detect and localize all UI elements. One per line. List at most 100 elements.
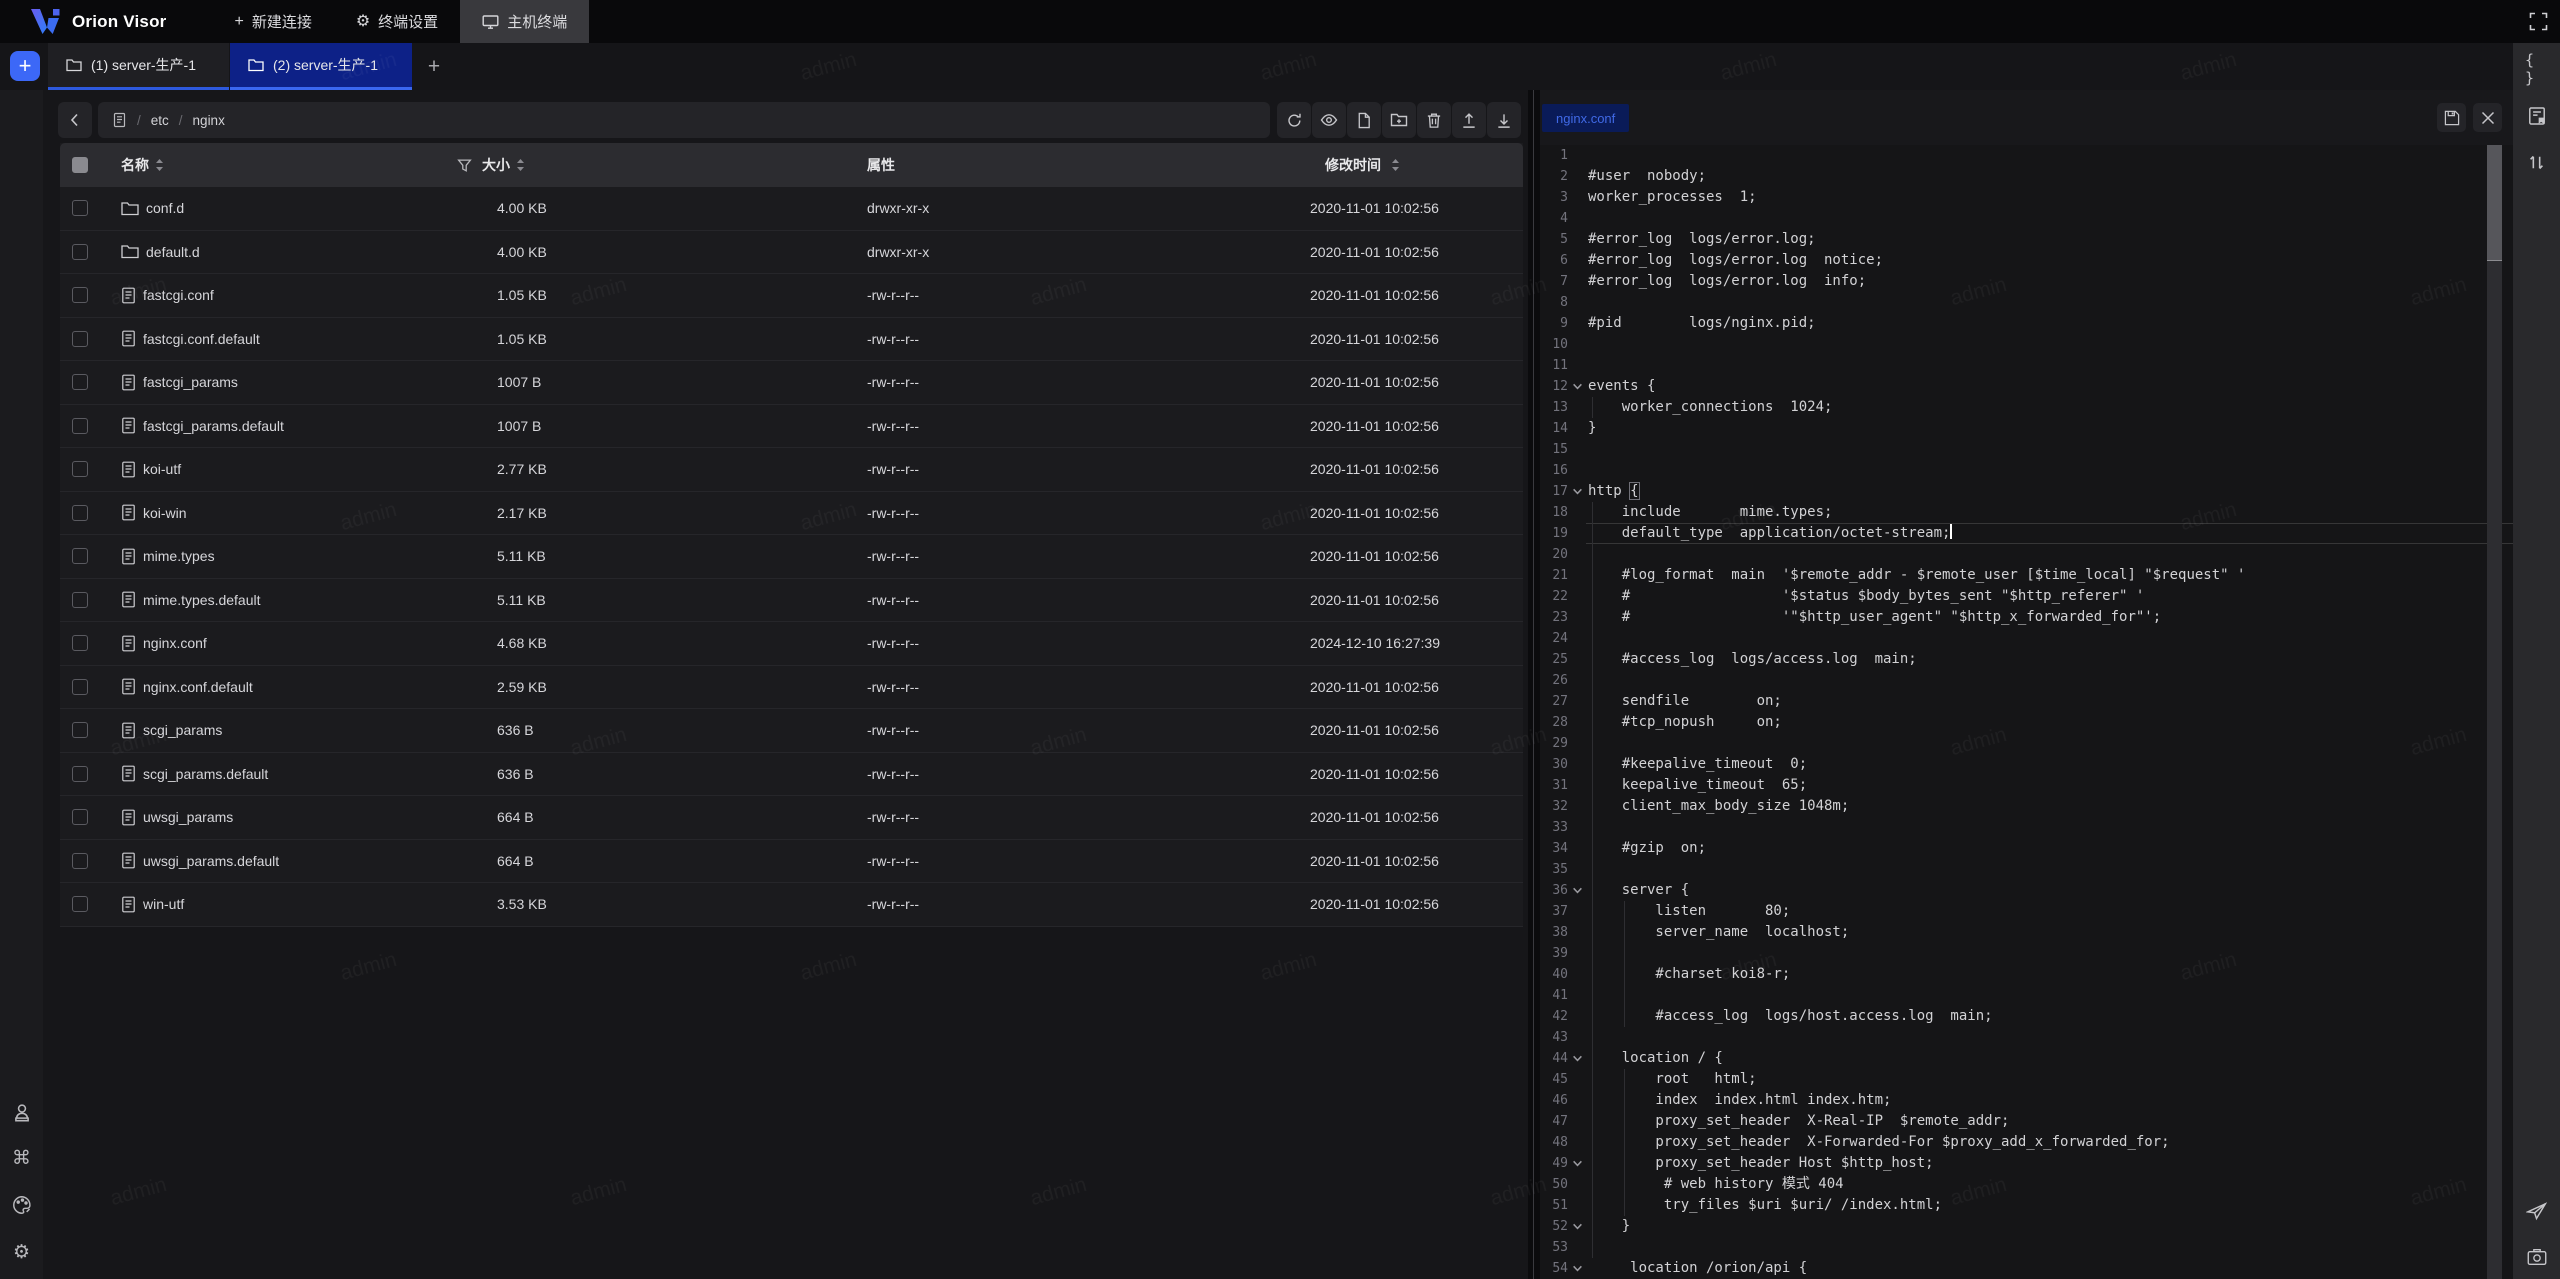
code-line-52[interactable]: 52 } xyxy=(1540,1216,2513,1237)
code-line-53[interactable]: 53 xyxy=(1540,1237,2513,1258)
row-checkbox[interactable] xyxy=(72,418,88,434)
fold-chevron-icon[interactable] xyxy=(1568,481,1586,502)
code-line-18[interactable]: 18 include mime.types; xyxy=(1540,502,2513,523)
code-line-10[interactable]: 10 xyxy=(1540,334,2513,355)
row-checkbox[interactable] xyxy=(72,896,88,912)
row-checkbox[interactable] xyxy=(72,287,88,303)
code-line-19[interactable]: 19 default_type application/octet-stream… xyxy=(1540,523,2513,544)
code-line-51[interactable]: 51 try_files $uri $uri/ /index.html; xyxy=(1540,1195,2513,1216)
fold-chevron-icon[interactable] xyxy=(1568,880,1586,901)
command-icon[interactable]: ⌘ xyxy=(11,1148,32,1169)
code-line-37[interactable]: 37 listen 80; xyxy=(1540,901,2513,922)
code-line-26[interactable]: 26 xyxy=(1540,670,2513,691)
code-line-5[interactable]: 5#error_log logs/error.log; xyxy=(1540,229,2513,250)
code-line-48[interactable]: 48 proxy_set_header X-Forwarded-For $pro… xyxy=(1540,1132,2513,1153)
code-line-50[interactable]: 50 # web history 模式 404 xyxy=(1540,1174,2513,1195)
row-checkbox[interactable] xyxy=(72,461,88,477)
column-size[interactable]: 大小 xyxy=(450,155,867,175)
column-perm[interactable]: 属性 xyxy=(867,155,1297,175)
code-line-32[interactable]: 32 client_max_body_size 1048m; xyxy=(1540,796,2513,817)
row-checkbox[interactable] xyxy=(72,200,88,216)
row-checkbox[interactable] xyxy=(72,853,88,869)
table-row[interactable]: fastcgi.conf.default1.05 KB-rw-r--r--202… xyxy=(60,318,1523,362)
table-row[interactable]: mime.types.default5.11 KB-rw-r--r--2020-… xyxy=(60,579,1523,623)
code-line-4[interactable]: 4 xyxy=(1540,208,2513,229)
sort-icon[interactable] xyxy=(516,158,525,172)
sort-icon[interactable] xyxy=(1391,158,1400,172)
table-row[interactable]: fastcgi_params.default1007 B-rw-r--r--20… xyxy=(60,405,1523,449)
code-line-2[interactable]: 2#user nobody; xyxy=(1540,166,2513,187)
download-button[interactable] xyxy=(1487,102,1521,138)
row-checkbox[interactable] xyxy=(72,331,88,347)
code-line-41[interactable]: 41 xyxy=(1540,985,2513,1006)
new-file-button[interactable] xyxy=(1347,102,1381,138)
code-line-28[interactable]: 28 #tcp_nopush on; xyxy=(1540,712,2513,733)
code-line-15[interactable]: 15 xyxy=(1540,439,2513,460)
row-checkbox[interactable] xyxy=(72,244,88,260)
send-command-icon[interactable] xyxy=(2525,1199,2548,1222)
column-mtime[interactable]: 修改时间 xyxy=(1297,155,1523,175)
row-checkbox[interactable] xyxy=(72,722,88,738)
tab-server-2-active[interactable]: (2) server-生产-1 xyxy=(230,43,412,90)
breadcrumb-nginx[interactable]: nginx xyxy=(193,113,225,128)
code-line-8[interactable]: 8 xyxy=(1540,292,2513,313)
code-line-39[interactable]: 39 xyxy=(1540,943,2513,964)
code-line-46[interactable]: 46 index index.html index.htm; xyxy=(1540,1090,2513,1111)
code-line-17[interactable]: 17http { xyxy=(1540,481,2513,502)
code-line-40[interactable]: 40 #charset koi8-r; xyxy=(1540,964,2513,985)
tab-server-1[interactable]: (1) server-生产-1 xyxy=(48,43,229,90)
code-line-12[interactable]: 12events { xyxy=(1540,376,2513,397)
new-folder-button[interactable] xyxy=(1382,102,1416,138)
table-row[interactable]: win-utf3.53 KB-rw-r--r--2020-11-01 10:02… xyxy=(60,883,1523,927)
code-line-20[interactable]: 20 xyxy=(1540,544,2513,565)
braces-icon[interactable]: { } xyxy=(2525,57,2548,80)
fold-chevron-icon[interactable] xyxy=(1568,1048,1586,1069)
fold-chevron-icon[interactable] xyxy=(1568,1153,1586,1174)
table-row[interactable]: nginx.conf4.68 KB-rw-r--r--2024-12-10 16… xyxy=(60,622,1523,666)
code-line-16[interactable]: 16 xyxy=(1540,460,2513,481)
code-line-45[interactable]: 45 root html; xyxy=(1540,1069,2513,1090)
row-checkbox[interactable] xyxy=(72,635,88,651)
code-line-21[interactable]: 21 #log_format main '$remote_addr - $rem… xyxy=(1540,565,2513,586)
column-name[interactable]: 名称 xyxy=(121,155,450,175)
table-row[interactable]: conf.d4.00 KBdrwxr-xr-x2020-11-01 10:02:… xyxy=(60,187,1523,231)
code-line-6[interactable]: 6#error_log logs/error.log notice; xyxy=(1540,250,2513,271)
row-checkbox[interactable] xyxy=(72,809,88,825)
new-tab-button[interactable]: + xyxy=(420,53,448,81)
table-row[interactable]: uwsgi_params664 B-rw-r--r--2020-11-01 10… xyxy=(60,796,1523,840)
code-line-30[interactable]: 30 #keepalive_timeout 0; xyxy=(1540,754,2513,775)
sort-order-icon[interactable] xyxy=(2525,151,2548,174)
code-line-11[interactable]: 11 xyxy=(1540,355,2513,376)
row-checkbox[interactable] xyxy=(72,766,88,782)
code-line-27[interactable]: 27 sendfile on; xyxy=(1540,691,2513,712)
sort-icon[interactable] xyxy=(155,158,164,172)
new-connection-button[interactable]: + xyxy=(10,51,40,81)
code-line-14[interactable]: 14} xyxy=(1540,418,2513,439)
code-line-47[interactable]: 47 proxy_set_header X-Real-IP $remote_ad… xyxy=(1540,1111,2513,1132)
table-row[interactable]: nginx.conf.default2.59 KB-rw-r--r--2020-… xyxy=(60,666,1523,710)
code-line-42[interactable]: 42 #access_log logs/host.access.log main… xyxy=(1540,1006,2513,1027)
row-checkbox[interactable] xyxy=(72,592,88,608)
fullscreen-icon[interactable] xyxy=(2529,12,2548,31)
code-line-54[interactable]: 54 location /orion/api { xyxy=(1540,1258,2513,1279)
code-line-49[interactable]: 49 proxy_set_header Host $http_host; xyxy=(1540,1153,2513,1174)
code-line-7[interactable]: 7#error_log logs/error.log info; xyxy=(1540,271,2513,292)
settings-gear-icon[interactable]: ⚙ xyxy=(11,1242,32,1263)
code-line-33[interactable]: 33 xyxy=(1540,817,2513,838)
fold-chevron-icon[interactable] xyxy=(1568,1258,1586,1279)
nav-item-host-terminal[interactable]: 主机终端 xyxy=(460,0,589,43)
code-line-9[interactable]: 9#pid logs/nginx.pid; xyxy=(1540,313,2513,334)
screenshot-camera-icon[interactable] xyxy=(2525,1245,2548,1268)
palette-icon[interactable] xyxy=(11,1194,32,1215)
code-line-13[interactable]: 13 worker_connections 1024; xyxy=(1540,397,2513,418)
code-line-25[interactable]: 25 #access_log logs/access.log main; xyxy=(1540,649,2513,670)
select-all-checkbox[interactable] xyxy=(72,157,88,173)
code-line-31[interactable]: 31 keepalive_timeout 65; xyxy=(1540,775,2513,796)
filter-icon[interactable] xyxy=(457,158,472,173)
table-row[interactable]: koi-utf2.77 KB-rw-r--r--2020-11-01 10:02… xyxy=(60,448,1523,492)
user-icon[interactable] xyxy=(11,1102,32,1123)
code-line-44[interactable]: 44 location / { xyxy=(1540,1048,2513,1069)
root-list-icon[interactable] xyxy=(112,112,127,128)
table-row[interactable]: koi-win2.17 KB-rw-r--r--2020-11-01 10:02… xyxy=(60,492,1523,536)
nav-item-new-connection[interactable]: + 新建连接 xyxy=(212,0,333,43)
